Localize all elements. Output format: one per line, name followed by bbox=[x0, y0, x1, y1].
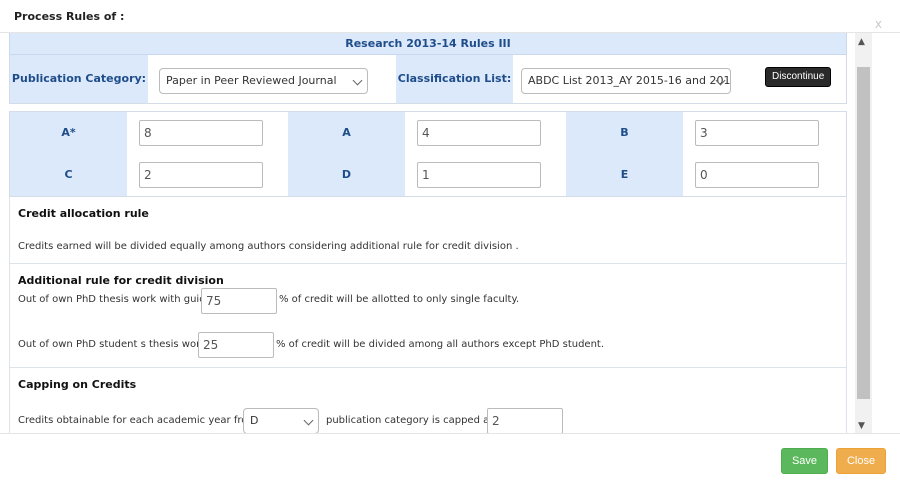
close-icon[interactable]: x bbox=[875, 18, 882, 30]
up-arrow-icon[interactable]: ▲ bbox=[858, 37, 865, 47]
grade-input-a-star[interactable]: 8 bbox=[139, 120, 263, 146]
publication-category-label: Publication Category: bbox=[10, 55, 148, 103]
grade-input-d[interactable]: 1 bbox=[417, 162, 541, 188]
chevron-down-icon bbox=[303, 415, 314, 426]
publication-category-select[interactable]: Paper in Peer Reviewed Journal bbox=[159, 68, 368, 94]
capping-prefix: Credits obtainable for each academic yea… bbox=[18, 415, 258, 426]
down-arrow-icon[interactable]: ▼ bbox=[858, 421, 865, 431]
chevron-down-icon bbox=[352, 75, 363, 86]
publication-category-value: Paper in Peer Reviewed Journal bbox=[166, 74, 337, 87]
grade-input-a[interactable]: 4 bbox=[417, 120, 541, 146]
capping-section: Capping on Credits Credits obtainable fo… bbox=[9, 368, 847, 433]
student-rule-prefix: Out of own PhD student s thesis work: bbox=[18, 339, 210, 350]
selector-row: Publication Category: Paper in Peer Revi… bbox=[9, 55, 847, 104]
grade-input-b[interactable]: 3 bbox=[695, 120, 819, 146]
guide-percent-input[interactable]: 75 bbox=[201, 288, 277, 314]
discontinue-button[interactable]: Discontinue bbox=[765, 67, 832, 87]
grade-input-e[interactable]: 0 bbox=[695, 162, 819, 188]
grade-label-d: D bbox=[288, 154, 405, 196]
credit-allocation-section: Credit allocation rule Credits earned wi… bbox=[9, 197, 847, 264]
credit-allocation-heading: Credit allocation rule bbox=[18, 207, 149, 220]
capping-category-select[interactable]: D bbox=[243, 408, 319, 433]
grade-input-c[interactable]: 2 bbox=[139, 162, 263, 188]
guide-rule-prefix: Out of own PhD thesis work with guide: bbox=[18, 294, 216, 305]
credit-allocation-text: Credits earned will be divided equally a… bbox=[18, 241, 519, 252]
capping-heading: Capping on Credits bbox=[18, 378, 137, 391]
modal-body: Research 2013-14 Rules III Publication C… bbox=[0, 33, 872, 433]
vertical-scrollbar[interactable]: ▲ ▼ bbox=[855, 33, 872, 433]
student-percent-input[interactable]: 25 bbox=[198, 332, 274, 358]
capping-middle-text: publication category is capped at : bbox=[326, 415, 500, 426]
save-button[interactable]: Save bbox=[781, 448, 828, 474]
rules-title: Research 2013-14 Rules III bbox=[9, 33, 847, 55]
grade-label-e: E bbox=[566, 154, 683, 196]
guide-rule-suffix: % of credit will be allotted to only sin… bbox=[279, 294, 520, 305]
classification-list-label: Classification List: bbox=[396, 55, 513, 103]
modal-title: Process Rules of : bbox=[14, 10, 125, 23]
rules-content: Research 2013-14 Rules III Publication C… bbox=[9, 33, 847, 433]
scrollbar-thumb[interactable] bbox=[857, 67, 870, 399]
classification-list-value: ABDC List 2013_AY 2015-16 and 2016-17 bbox=[528, 74, 731, 87]
close-button[interactable]: Close bbox=[836, 448, 886, 474]
modal-header: Process Rules of : x bbox=[0, 0, 900, 33]
grade-label-b: B bbox=[566, 112, 683, 154]
grade-label-c: C bbox=[10, 154, 127, 196]
modal-footer: Save Close bbox=[0, 433, 900, 486]
additional-rule-heading: Additional rule for credit division bbox=[18, 274, 224, 287]
cap-value-input[interactable]: 2 bbox=[487, 408, 563, 433]
capping-category-value: D bbox=[250, 414, 259, 427]
grade-label-a: A bbox=[288, 112, 405, 154]
classification-list-select[interactable]: ABDC List 2013_AY 2015-16 and 2016-17 bbox=[521, 68, 731, 94]
student-rule-suffix: % of credit will be divided among all au… bbox=[276, 339, 605, 350]
grade-credits-grid: A* 8 A 4 B 3 C 2 D 1 E 0 bbox=[9, 111, 847, 197]
grade-label-a-star: A* bbox=[10, 112, 127, 154]
additional-rule-section: Additional rule for credit division Out … bbox=[9, 264, 847, 368]
